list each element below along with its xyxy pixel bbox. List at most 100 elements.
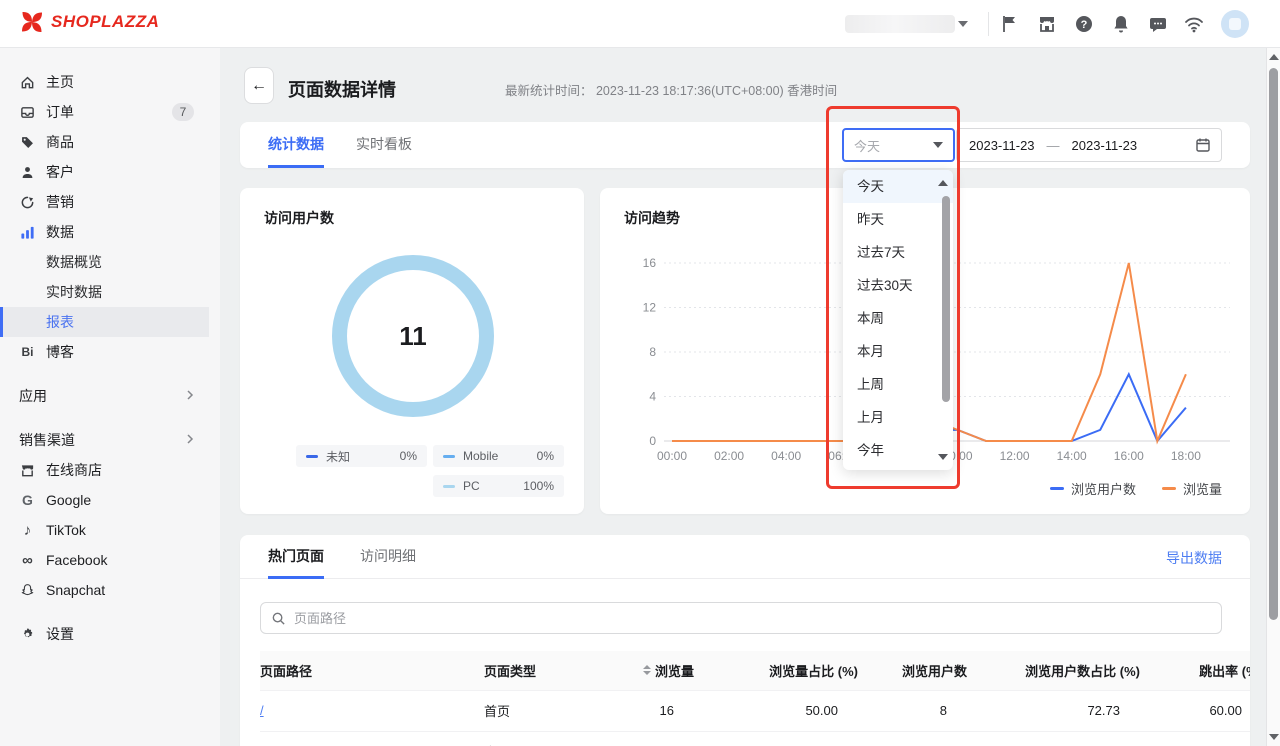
sort-icon[interactable] (643, 665, 651, 675)
legend-item-views[interactable]: 浏览量 (1162, 479, 1222, 498)
col-views[interactable]: 浏览量 (624, 651, 694, 690)
end-date-value[interactable]: 2023-11-23 (1060, 138, 1150, 153)
shoplazza-logo-icon (20, 10, 44, 34)
dropdown-scroll-down-icon[interactable] (938, 454, 948, 460)
tab-statistics[interactable]: 统计数据 (268, 122, 324, 168)
svg-text:12: 12 (643, 301, 657, 315)
subitem-label: 数据概览 (46, 252, 102, 272)
dropdown-option-this-month[interactable]: 本月 (843, 335, 953, 368)
sidebar-item-blog[interactable]: Bi 博客 (0, 337, 220, 367)
col-page-path: 页面路径 (260, 651, 484, 690)
dropdown-option-this-year[interactable]: 今年 (843, 434, 953, 467)
sidebar-subitem-data-overview[interactable]: 数据概览 (0, 247, 220, 277)
legend-dash-icon (443, 485, 455, 488)
cell-page-type: 商品页 (484, 731, 624, 746)
sidebar-item-label: 订单 (46, 102, 74, 122)
dropdown-option-last-30-days[interactable]: 过去30天 (843, 269, 953, 302)
sidebar-item-facebook[interactable]: ∞ Facebook (0, 545, 220, 575)
scrollbar-thumb[interactable] (1269, 68, 1278, 620)
sidebar-item-home[interactable]: 主页 (0, 67, 220, 97)
legend-label: 未知 (326, 448, 350, 465)
svg-text:02:00: 02:00 (714, 449, 744, 463)
wifi-icon[interactable] (1184, 14, 1204, 34)
search-input[interactable] (294, 611, 1211, 626)
sidebar-subitem-realtime-data[interactable]: 实时数据 (0, 277, 220, 307)
sidebar-item-label: 博客 (46, 342, 74, 362)
legend-label: 浏览量 (1183, 479, 1222, 498)
pages-tabbar: 热门页面 访问明细 导出数据 (240, 535, 1250, 579)
date-range-input[interactable]: 2023-11-23 — 2023-11-23 (956, 128, 1222, 162)
page-path-link[interactable]: / (260, 703, 264, 718)
sidebar-item-analytics[interactable]: 数据 (0, 217, 220, 247)
legend-dash-icon (443, 455, 455, 458)
chat-icon[interactable] (1148, 14, 1168, 34)
legend-value: 0% (400, 449, 417, 463)
tiktok-icon: ♪ (19, 522, 36, 539)
svg-text:12:00: 12:00 (1000, 449, 1030, 463)
dropdown-option-last-7-days[interactable]: 过去7天 (843, 236, 953, 269)
sidebar-item-label: 设置 (46, 624, 74, 644)
export-data-link[interactable]: 导出数据 (1166, 548, 1222, 568)
tab-hot-pages[interactable]: 热门页面 (268, 535, 324, 579)
dropdown-scroll-up-icon[interactable] (938, 180, 948, 186)
calendar-icon[interactable] (1195, 137, 1211, 153)
back-button[interactable]: ← (244, 67, 274, 104)
sidebar-item-google[interactable]: G Google (0, 485, 220, 515)
sidebar-item-tiktok[interactable]: ♪ TikTok (0, 515, 220, 545)
visit-users-total: 11 (399, 321, 427, 352)
dropdown-option-last-week[interactable]: 上周 (843, 368, 953, 401)
flag-icon[interactable] (1000, 14, 1020, 34)
visit-users-title: 访问用户数 (264, 208, 334, 228)
sidebar-subitem-reports[interactable]: 报表 (0, 307, 209, 337)
bell-icon[interactable] (1111, 14, 1131, 34)
dropdown-option-last-month[interactable]: 上月 (843, 401, 953, 434)
sidebar-item-products[interactable]: 商品 (0, 127, 220, 157)
legend-label: Mobile (463, 449, 498, 463)
svg-text:00:00: 00:00 (657, 449, 687, 463)
svg-text:18:00: 18:00 (1171, 449, 1201, 463)
legend-value: 0% (537, 449, 554, 463)
sidebar-item-orders[interactable]: 订单 7 (0, 97, 220, 127)
dropdown-option-this-week[interactable]: 本周 (843, 302, 953, 335)
tab-realtime-board[interactable]: 实时看板 (356, 122, 412, 168)
blog-icon: Bi (19, 344, 36, 361)
dropdown-scrollbar-thumb[interactable] (942, 196, 950, 402)
cell-views-pct: 50.00 (694, 690, 858, 731)
svg-text:04:00: 04:00 (771, 449, 801, 463)
pages-table: 页面路径 页面类型 浏览量 浏览量占比 (%) 浏览用户数 浏览用户数占比 (%… (260, 651, 1250, 746)
sidebar-item-settings[interactable]: 设置 (0, 619, 220, 649)
legend-item-mobile[interactable]: Mobile 0% (433, 445, 564, 467)
date-preset-select[interactable]: 今天 (842, 128, 955, 162)
legend-item-pc[interactable]: PC 100% (433, 475, 564, 497)
page-path-search[interactable] (260, 602, 1222, 634)
dropdown-option-today[interactable]: 今天 (843, 170, 953, 203)
topbar: SHOPLAZZA ? (0, 0, 1280, 48)
cell-bounce: 100.00 (1140, 731, 1250, 746)
marketing-icon (19, 194, 36, 211)
scrollbar-down-icon[interactable] (1269, 734, 1279, 740)
storefront-icon (19, 462, 36, 479)
svg-text:?: ? (1081, 19, 1088, 31)
store-selector[interactable] (845, 15, 955, 33)
tab-visit-details[interactable]: 访问明细 (360, 535, 416, 579)
store-icon[interactable] (1037, 14, 1057, 34)
shoplazza-logo: SHOPLAZZA (20, 10, 159, 34)
sidebar-item-online-store[interactable]: 在线商店 (0, 455, 220, 485)
legend-item-view-users[interactable]: 浏览用户数 (1050, 479, 1136, 498)
sidebar-item-marketing[interactable]: 营销 (0, 187, 220, 217)
sidebar-item-customers[interactable]: 客户 (0, 157, 220, 187)
trend-legend: 浏览用户数 浏览量 (1050, 479, 1222, 498)
start-date-value[interactable]: 2023-11-23 (957, 138, 1047, 153)
table-row: / 首页 16 50.00 8 72.73 60.00 (260, 690, 1250, 731)
scrollbar-up-icon[interactable] (1269, 54, 1279, 60)
avatar[interactable] (1221, 10, 1249, 38)
dropdown-option-yesterday[interactable]: 昨天 (843, 203, 953, 236)
col-users-pct: 浏览用户数占比 (%) (967, 651, 1140, 690)
store-selector-caret-icon[interactable] (958, 21, 968, 27)
legend-item-unknown[interactable]: 未知 0% (296, 445, 427, 467)
sidebar-group-sales-channels[interactable]: 销售渠道 (0, 425, 220, 455)
help-icon[interactable]: ? (1074, 14, 1094, 34)
sidebar-item-snapchat[interactable]: Snapchat (0, 575, 220, 605)
legend-spacer (296, 475, 427, 497)
sidebar-group-apps[interactable]: 应用 (0, 381, 220, 411)
